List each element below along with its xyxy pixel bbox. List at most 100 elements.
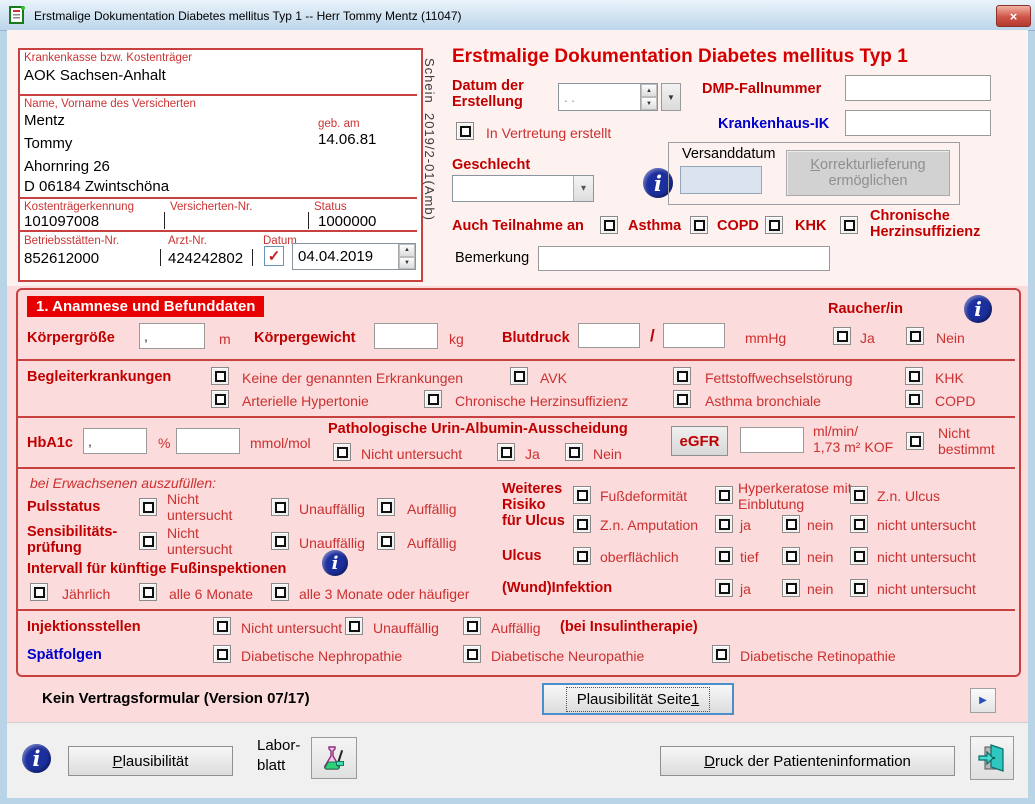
risiko-nein-checkbox[interactable] [782,515,800,533]
risiko-hyperkeratose-checkbox[interactable] [715,486,733,504]
injekt-unauffaellig-checkbox[interactable] [345,617,363,635]
versanddatum-input[interactable] [680,166,762,194]
plausibilitaet-seite1-button[interactable]: Plausibilität Seite 1 [542,683,734,715]
info-icon[interactable]: i [22,744,51,773]
wundinfektion-label: (Wund)Infektion [502,580,612,596]
app-icon [9,6,27,24]
intervall-3monate-checkbox[interactable] [271,583,289,601]
close-button[interactable]: × [996,5,1031,27]
exam-date-spinner[interactable]: ▲▼ [398,244,415,269]
wund-ja-checkbox[interactable] [715,579,733,597]
raucher-nein-label: Nein [936,330,965,346]
begleit-khk-checkbox[interactable] [905,367,923,385]
injekt-auffaellig-checkbox[interactable] [463,617,481,635]
teilnahme-asthma-label: Asthma [628,218,681,234]
in-vertretung-checkbox[interactable] [456,122,474,140]
chevron-down-icon[interactable]: ▾ [573,176,593,201]
ulcus-oberflaechlich-label: oberflächlich [600,549,679,565]
gender-select[interactable]: ▾ [452,175,594,202]
hba1c-percent-input[interactable] [83,428,147,454]
begleit-asthma-label: Asthma bronchiale [705,393,821,409]
hospital-ik-input[interactable] [845,110,991,136]
info-icon[interactable]: i [964,295,992,323]
spaet-neuropathie-checkbox[interactable] [463,645,481,663]
intervall-6monate-checkbox[interactable] [139,583,157,601]
koerpergewicht-input[interactable] [374,323,438,349]
blutdruck-diastolic-input[interactable] [663,323,725,348]
intervall-jaehrlich-checkbox[interactable] [30,583,48,601]
begleit-hypertonie-checkbox[interactable] [211,390,229,408]
risiko-zn-ulcus-checkbox[interactable] [850,486,868,504]
injekt-nicht-untersucht-checkbox[interactable] [213,617,231,635]
sens-nicht-untersucht-checkbox[interactable] [139,532,157,550]
raucher-ja-checkbox[interactable] [833,327,851,345]
begleit-hypertonie-label: Arterielle Hypertonie [242,393,369,409]
puls-auffaellig-checkbox[interactable] [377,498,395,516]
info-icon[interactable]: i [322,550,348,576]
blutdruck-systolic-input[interactable] [578,323,640,348]
wund-nicht-untersucht-checkbox[interactable] [850,579,868,597]
begleit-khk-label: KHK [935,370,964,386]
date-checkbox[interactable] [264,246,284,266]
teilnahme-copd-checkbox[interactable] [690,216,708,234]
intervall-label: Intervall für künftige Fußinspektionen [27,561,286,577]
begleit-herzinsuffizienz-checkbox[interactable] [424,390,442,408]
egfr-button[interactable]: eGFR [671,426,728,456]
begleit-avk-checkbox[interactable] [510,367,528,385]
urin-nein-checkbox[interactable] [565,443,583,461]
sens-auffaellig-checkbox[interactable] [377,532,395,550]
raucher-nein-checkbox[interactable] [906,327,924,345]
next-page-button[interactable]: ▶ [970,688,996,713]
egfr-nicht-bestimmt-checkbox[interactable] [906,432,924,450]
ulcus-oberflaechlich-checkbox[interactable] [573,547,591,565]
begleit-asthma-checkbox[interactable] [673,390,691,408]
spinner-up-icon[interactable]: ▲ [399,244,415,257]
ulcus-nein-checkbox[interactable] [782,547,800,565]
teilnahme-khk-checkbox[interactable] [765,216,783,234]
bemerkung-input[interactable] [538,246,830,271]
wund-nein-checkbox[interactable] [782,579,800,597]
spaet-nephropathie-checkbox[interactable] [213,645,231,663]
urin-ja-checkbox[interactable] [497,443,515,461]
doctor-no-label: Arzt-Nr. [168,235,207,247]
hospital-ik-label: Krankenhaus-IK [718,116,829,132]
payer-id-label: Kostenträgerkennung [24,201,134,213]
begleit-copd-checkbox[interactable] [905,390,923,408]
exam-date-field[interactable]: 04.04.2019 ▲▼ [292,243,416,270]
divider [160,249,161,266]
begleit-fett-checkbox[interactable] [673,367,691,385]
creation-date-spinner[interactable]: ▲▼ [640,84,657,110]
creation-date-field[interactable]: . . ▲▼ [558,83,658,111]
status-value: 1000000 [318,213,376,230]
teilnahme-asthma-checkbox[interactable] [600,216,618,234]
exit-button[interactable] [970,736,1014,780]
egfr-input[interactable] [740,427,804,453]
hba1c-mmol-input[interactable] [176,428,240,454]
risiko-fussdeformitaet-checkbox[interactable] [573,486,591,504]
spinner-down-icon[interactable]: ▼ [399,257,415,270]
puls-nicht-untersucht-checkbox[interactable] [139,498,157,516]
druck-button-label: Druck der Patienteninformation [704,753,911,770]
spinner-up-icon[interactable]: ▲ [641,84,657,97]
risiko-amputation-checkbox[interactable] [573,515,591,533]
teilnahme-herzinsuffizienz-checkbox[interactable] [840,216,858,234]
korrektur-button[interactable]: Korrekturlieferung ermöglichen [786,150,950,196]
plausibilitaet-button[interactable]: Plausibilität [68,746,233,776]
sens-unauffaellig-checkbox[interactable] [271,532,289,550]
ulcus-tief-checkbox[interactable] [715,547,733,565]
koerpergroesse-input[interactable] [139,323,205,349]
spaet-retinopathie-checkbox[interactable] [712,645,730,663]
risiko-nicht-untersucht-checkbox[interactable] [850,515,868,533]
druck-patienteninformation-button[interactable]: Druck der Patienteninformation [660,746,955,776]
blutdruck-unit: mmHg [745,330,786,346]
dmp-case-input[interactable] [845,75,991,101]
urin-nicht-untersucht-checkbox[interactable] [333,443,351,461]
creation-date-dropdown-button[interactable]: ▼ [661,83,681,111]
begleit-keine-checkbox[interactable] [211,367,229,385]
risiko-ja-checkbox[interactable] [715,515,733,533]
ulcus-nicht-untersucht-checkbox[interactable] [850,547,868,565]
laborblatt-button[interactable] [311,737,357,779]
injekt-nicht-untersucht-label: Nicht untersucht [241,620,342,636]
puls-unauffaellig-checkbox[interactable] [271,498,289,516]
spinner-down-icon[interactable]: ▼ [641,97,657,110]
